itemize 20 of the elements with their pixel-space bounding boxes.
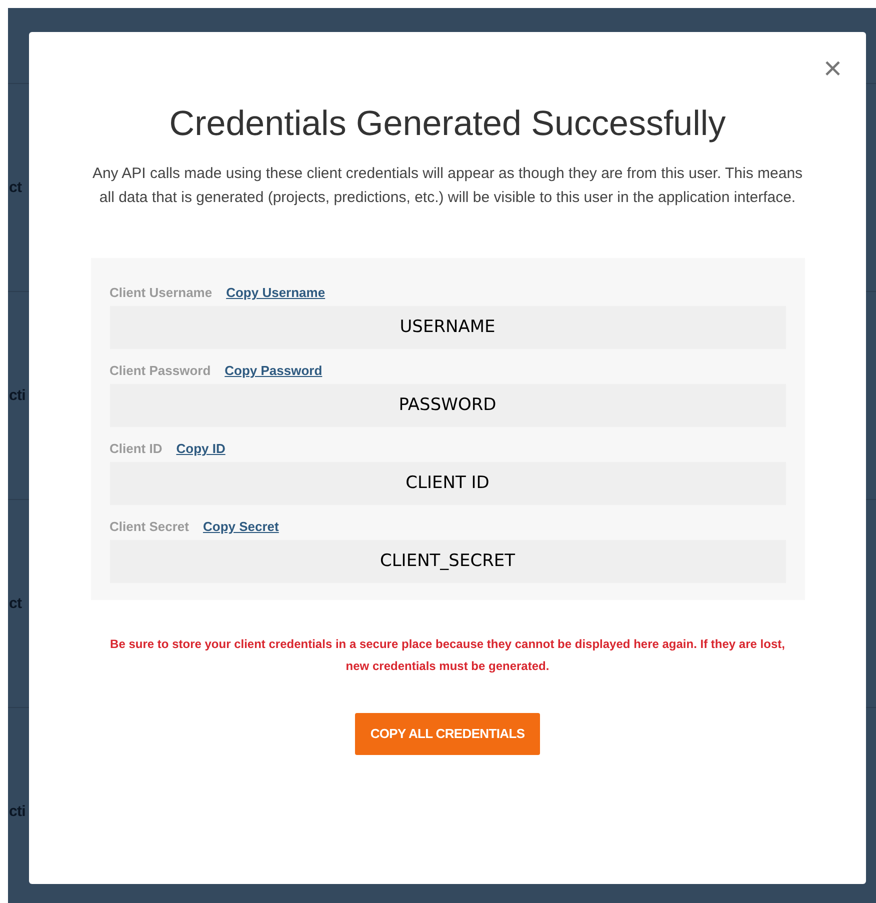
copy-link[interactable]: Copy Password — [224, 361, 322, 380]
credential-value: PASSWORD — [110, 384, 786, 427]
credential-value: USERNAME — [110, 306, 786, 349]
close-button[interactable]: × — [823, 52, 842, 84]
copy-link[interactable]: Copy Secret — [202, 517, 279, 536]
field-label: Client Password — [110, 362, 211, 380]
credential-value: CLIENT_SECRET — [110, 540, 786, 583]
field-label: Client Username — [110, 284, 212, 302]
field-label: Client ID — [110, 440, 162, 458]
warning-text: Be sure to store your client credentials in a secure place because they cannot be displayed here again. If they are lost, new credentials must be generated. — [109, 636, 786, 675]
dialog-title: Credentials Generated Successfully — [169, 103, 726, 145]
background-text: ct — [8, 596, 22, 611]
copy-link[interactable]: Copy ID — [176, 439, 226, 458]
background-text: ct — [8, 180, 22, 195]
background-text: cti — [8, 804, 26, 819]
description-text: Any API calls made using these client credentials will appear as though they are from this user. This means all data that is generated (projects, predictions, etc.) will be visible to this user in the application interface. — [91, 164, 804, 208]
field-label: Client Secret — [110, 518, 189, 536]
credential-value: CLIENT ID — [110, 462, 786, 505]
background-text: cti — [8, 388, 26, 403]
copy-link[interactable]: Copy Username — [226, 283, 326, 302]
